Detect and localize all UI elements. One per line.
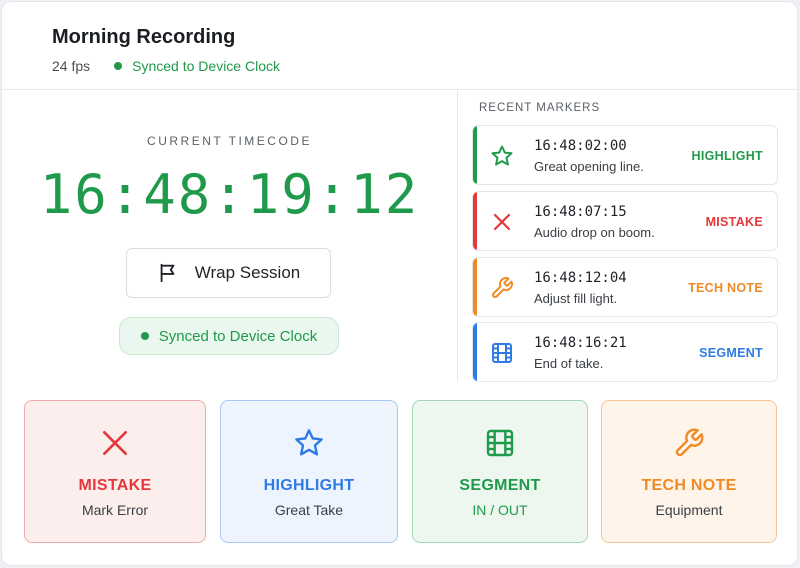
film-icon — [492, 343, 512, 363]
wrap-session-label: Wrap Session — [194, 263, 301, 282]
x-icon — [103, 431, 127, 455]
highlight-button[interactable]: HIGHLIGHT Great Take — [220, 400, 398, 543]
sync-status-pill: Synced to Device Clock — [119, 317, 339, 355]
star-icon — [491, 145, 513, 166]
tech-note-label: TECH NOTE — [641, 477, 737, 494]
wrench-icon — [675, 428, 704, 457]
header: Morning Recording 24 fps Synced to Devic… — [2, 2, 797, 90]
marker-time: 16:48:16:21 — [534, 335, 627, 351]
sync-pill-text: Synced to Device Clock — [158, 327, 318, 345]
mistake-sublabel: Mark Error — [81, 502, 149, 518]
timecode-label: CURRENT TIMECODE — [147, 134, 312, 148]
tech-note-sublabel: Equipment — [655, 502, 723, 518]
current-timecode: 16:48:19:12 — [39, 163, 420, 226]
segment-sublabel: IN / OUT — [472, 502, 528, 518]
tech-note-button[interactable]: TECH NOTE Equipment — [601, 400, 777, 543]
segment-button[interactable]: SEGMENT IN / OUT — [412, 400, 588, 543]
marker-color-bar — [473, 258, 477, 316]
recent-markers-panel: RECENT MARKERS 16:48:02:00 Great opening… — [458, 91, 797, 382]
marker-type: SEGMENT — [699, 346, 763, 360]
marker-color-bar — [473, 323, 477, 381]
mistake-label: MISTAKE — [78, 477, 152, 494]
marker-type: MISTAKE — [705, 215, 763, 229]
highlight-sublabel: Great Take — [274, 502, 344, 518]
marker-item[interactable]: 16:48:12:04 Adjust fill light. TECH NOTE — [472, 257, 778, 317]
header-sync-text: Synced to Device Clock — [132, 58, 280, 74]
marker-type: HIGHLIGHT — [691, 149, 763, 163]
sync-dot-icon — [140, 332, 149, 340]
fps-label: 24 fps — [52, 58, 91, 74]
marker-color-bar — [473, 192, 477, 250]
marker-note: Great opening line. — [534, 159, 644, 174]
film-icon — [486, 429, 514, 457]
x-icon — [493, 213, 511, 231]
sync-dot-icon — [114, 62, 123, 70]
header-sync-status: Synced to Device Clock — [114, 58, 280, 74]
session-title: Morning Recording — [52, 26, 236, 48]
mistake-button[interactable]: MISTAKE Mark Error — [24, 400, 206, 543]
timecode-panel: CURRENT TIMECODE 16:48:19:12 Wrap Sessio… — [2, 91, 457, 381]
marker-time: 16:48:02:00 — [534, 138, 627, 154]
marker-type: TECH NOTE — [688, 281, 763, 295]
marker-color-bar — [473, 126, 477, 184]
marker-note: Audio drop on boom. — [534, 225, 655, 240]
marker-item[interactable]: 16:48:02:00 Great opening line. HIGHLIGH… — [472, 125, 778, 185]
marker-time: 16:48:07:15 — [534, 204, 627, 220]
marker-note: Adjust fill light. — [534, 291, 618, 306]
marker-time: 16:48:12:04 — [534, 270, 627, 286]
segment-label: SEGMENT — [459, 477, 541, 494]
star-icon — [295, 429, 323, 456]
session-meta: 24 fps Synced to Device Clock — [52, 58, 280, 74]
marker-note: End of take. — [534, 356, 604, 371]
recording-panel: Morning Recording 24 fps Synced to Devic… — [1, 1, 798, 566]
recent-markers-title: RECENT MARKERS — [479, 102, 601, 114]
wrap-session-button[interactable]: Wrap Session — [126, 248, 331, 298]
marker-item[interactable]: 16:48:16:21 End of take. SEGMENT — [472, 322, 778, 382]
wrench-icon — [492, 277, 513, 298]
highlight-label: HIGHLIGHT — [263, 477, 355, 494]
marker-item[interactable]: 16:48:07:15 Audio drop on boom. MISTAKE — [472, 191, 778, 251]
flag-icon — [160, 263, 175, 283]
